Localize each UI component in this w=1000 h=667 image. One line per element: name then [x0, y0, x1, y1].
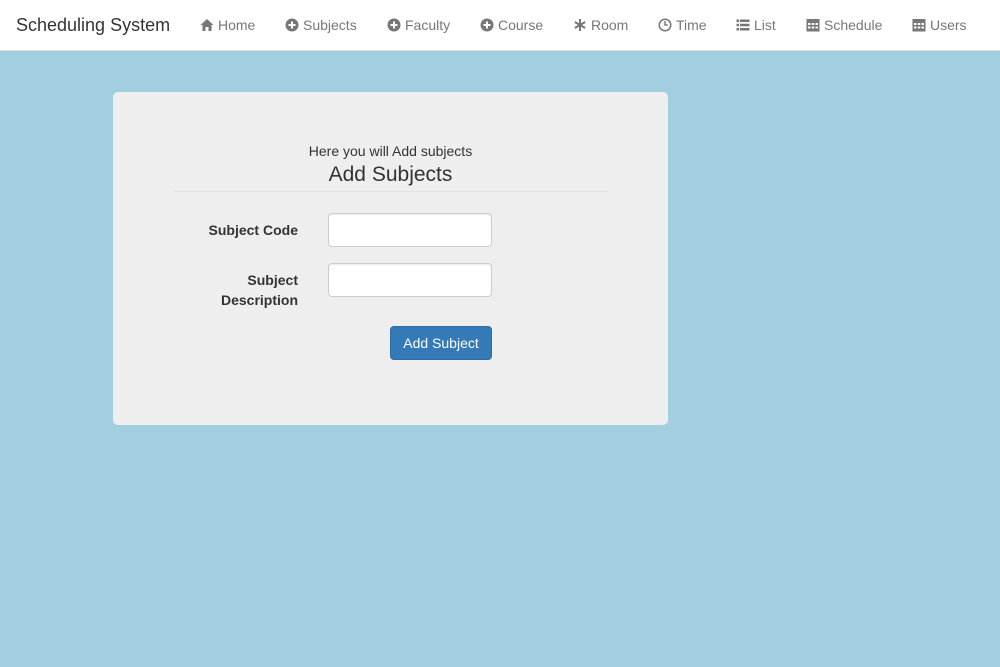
brand-link[interactable]: Scheduling System	[0, 15, 185, 36]
nav-item-time[interactable]: Time	[658, 0, 707, 50]
nav-item-list[interactable]: List	[736, 0, 776, 50]
asterisk-icon	[573, 18, 587, 32]
add-subject-button[interactable]: Add Subject	[390, 326, 492, 360]
nav-item-label: Time	[676, 17, 707, 33]
nav-item-label: Room	[591, 17, 629, 33]
clock-icon	[658, 18, 672, 32]
subject-description-label: Subject Description	[220, 272, 298, 308]
calendar-icon	[806, 18, 820, 32]
nav-item-users[interactable]: Users	[912, 0, 967, 50]
nav-item-subjects[interactable]: Subjects	[285, 0, 357, 50]
nav-item-home[interactable]: Home	[200, 0, 255, 50]
subject-code-label: Subject Code	[208, 222, 298, 238]
plus-circle-icon	[480, 18, 494, 32]
subject-description-input[interactable]	[328, 263, 492, 297]
nav-item-faculty[interactable]: Faculty	[387, 0, 450, 50]
plus-circle-icon	[285, 18, 299, 32]
nav-item-label: Schedule	[824, 17, 883, 33]
nav-item-room[interactable]: Room	[573, 0, 628, 50]
subject-code-input[interactable]	[328, 213, 492, 247]
list-icon	[736, 18, 750, 32]
nav-item-label: Home	[218, 17, 256, 33]
calendar-icon	[912, 18, 926, 32]
plus-circle-icon	[387, 18, 401, 32]
nav-item-label: Subjects	[303, 17, 357, 33]
nav-item-label: List	[754, 17, 776, 33]
home-icon	[200, 18, 214, 32]
top-navbar: Scheduling System Home Subjects Faculty …	[0, 0, 1000, 51]
nav-item-label: Users	[930, 17, 967, 33]
add-subject-panel: Here you will Add subjects Add Subjects …	[113, 92, 668, 425]
nav-item-label: Faculty	[405, 17, 451, 33]
title-divider	[173, 191, 608, 192]
nav-item-schedule[interactable]: Schedule	[806, 0, 882, 50]
nav-item-course[interactable]: Course	[480, 0, 543, 50]
nav-item-label: Course	[498, 17, 544, 33]
page-title: Add Subjects	[328, 163, 453, 186]
intro-text: Here you will Add subjects	[308, 143, 473, 159]
